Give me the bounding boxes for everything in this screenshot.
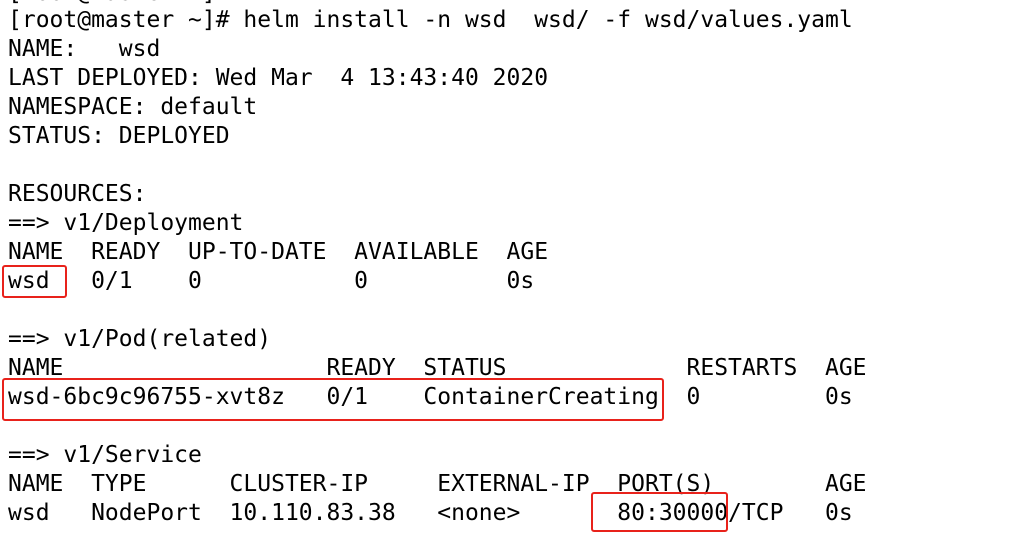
command-prompt-line: [root@master ~]# helm install -n wsd wsd… <box>8 7 853 33</box>
deployment-table-row: wsd 0/1 0 0 0s <box>8 268 535 294</box>
service-table-header: NAME TYPE CLUSTER-IP EXTERNAL-IP PORT(S)… <box>8 471 867 497</box>
pod-heading: ==> v1/Pod(related) <box>8 326 272 352</box>
deployment-table-header: NAME READY UP-TO-DATE AVAILABLE AGE <box>8 239 549 265</box>
status-line: STATUS: DEPLOYED <box>8 123 230 149</box>
service-table-row: wsd NodePort 10.110.83.38 <none> 80:3000… <box>8 500 853 526</box>
resources-heading: RESOURCES: <box>8 181 147 207</box>
release-name-line: NAME: wsd <box>8 36 161 62</box>
pod-table-row: wsd-6bc9c96755-xvt8z 0/1 ContainerCreati… <box>8 384 853 410</box>
deployment-heading: ==> v1/Deployment <box>8 210 244 236</box>
terminal-window[interactable]: [root@master ~]# [root@master ~]# helm i… <box>0 0 1014 545</box>
last-deployed-line: LAST DEPLOYED: Wed Mar 4 13:43:40 2020 <box>8 65 549 91</box>
namespace-line: NAMESPACE: default <box>8 94 258 120</box>
pod-table-header: NAME READY STATUS RESTARTS AGE <box>8 355 867 381</box>
service-heading: ==> v1/Service <box>8 442 202 468</box>
